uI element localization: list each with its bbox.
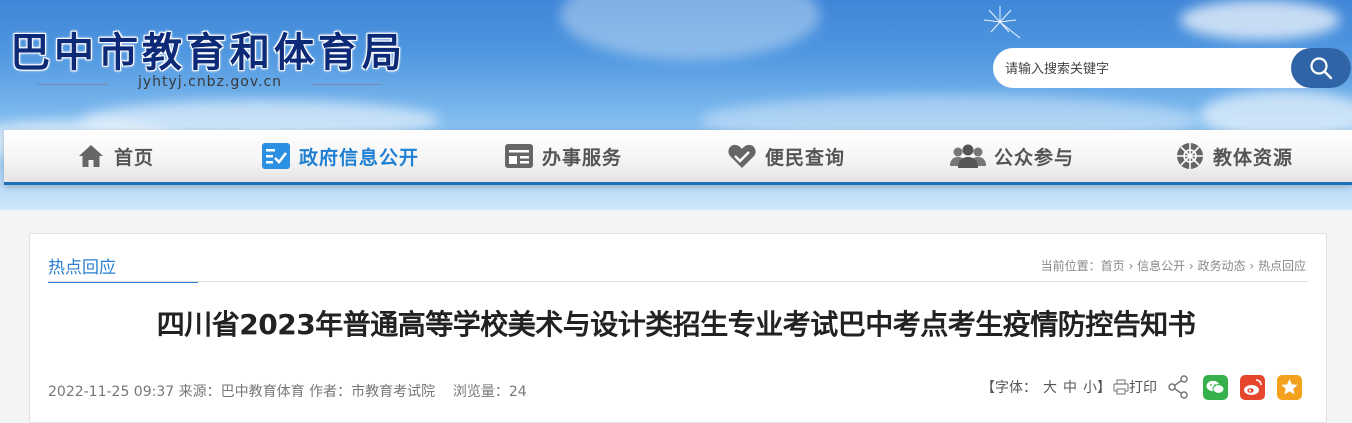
id-card-icon: [505, 144, 533, 168]
weibo-share-button[interactable]: [1240, 374, 1265, 400]
breadcrumb-item-home[interactable]: 首页: [1101, 259, 1125, 273]
nav-label-gov-info: 政府信息公开: [299, 146, 420, 169]
article-author: 市教育考试院: [351, 384, 436, 400]
view-count: 24: [508, 384, 527, 400]
font-small-button[interactable]: 小: [1083, 377, 1097, 397]
article-title: 四川省2023年普通高等学校美术与设计类招生专业考试巴中考点考生疫情防控告知书: [156, 308, 1196, 341]
checklist-icon: [262, 143, 290, 169]
section-tab[interactable]: 热点回应: [48, 253, 198, 283]
section-divider: [48, 281, 1308, 282]
site-title: 巴中市教育和体育局: [10, 29, 406, 76]
weibo-icon: [1244, 378, 1262, 395]
nav-label-participation: 公众参与: [994, 146, 1075, 169]
print-label: 打印: [1129, 380, 1157, 396]
nav-label-services: 办事服务: [542, 146, 623, 169]
font-size-label: 【字体：: [981, 380, 1037, 396]
dandelion-icon: [983, 6, 1021, 39]
main-nav: 首页 政府信息公开 办事服务 便民查询 公众参与 教体资源: [4, 130, 1352, 185]
font-medium-button[interactable]: 中: [1063, 377, 1077, 397]
font-large-button[interactable]: 大: [1043, 377, 1057, 397]
search-input[interactable]: [1003, 56, 1287, 82]
wechat-icon: [1206, 380, 1225, 394]
nav-label-resources: 教体资源: [1213, 146, 1294, 169]
nav-item-gov-info[interactable]: 政府信息公开: [261, 130, 419, 182]
share-icon[interactable]: [1167, 375, 1189, 399]
article-source: 巴中教育体育: [220, 384, 305, 400]
article-date: 2022-11-25 09:37: [48, 384, 175, 400]
print-button[interactable]: 打印: [1113, 377, 1157, 397]
breadcrumb-separator: ›: [1245, 259, 1258, 273]
search-icon: [1310, 57, 1333, 80]
favorite-icon: [1281, 378, 1298, 394]
nav-label-home: 首页: [114, 146, 155, 169]
wechat-share-button[interactable]: [1203, 374, 1228, 400]
breadcrumb-prefix: 当前位置：: [1040, 259, 1101, 273]
heart-hands-icon: [728, 144, 756, 168]
ball-icon: [1177, 143, 1203, 169]
favorite-button[interactable]: [1277, 374, 1302, 400]
print-icon: [1113, 379, 1129, 395]
article-meta: 2022-11-25 09:37 来源：巴中教育体育 作者：市教育考试院 浏览量…: [48, 381, 527, 401]
search-button[interactable]: [1291, 48, 1351, 88]
breadcrumb-item-hot[interactable]: 热点回应: [1258, 259, 1306, 273]
author-label: 作者：: [309, 384, 352, 400]
breadcrumb-separator: ›: [1124, 259, 1138, 273]
breadcrumb: 当前位置：首页 › 信息公开 › 政务动态 › 热点回应: [1041, 257, 1306, 274]
views-label: 浏览量：: [452, 384, 509, 400]
nav-item-services[interactable]: 办事服务: [504, 130, 622, 182]
breadcrumb-separator: ›: [1185, 259, 1198, 273]
font-size-close: 】: [1097, 380, 1111, 396]
nav-label-inquiry: 便民查询: [765, 146, 846, 169]
breadcrumb-item-news[interactable]: 政务动态: [1198, 259, 1246, 273]
nav-item-inquiry[interactable]: 便民查询: [727, 130, 845, 182]
people-icon: [950, 144, 986, 168]
article-tools: 【字体： 大 中 小 】 打印: [981, 373, 1302, 401]
site-domain: jyhtyj.cnbz.gov.cn: [0, 74, 420, 90]
nav-item-participation[interactable]: 公众参与: [950, 130, 1074, 182]
search-box: [993, 48, 1351, 88]
source-label: 来源：: [178, 384, 221, 400]
nav-item-home[interactable]: 首页: [76, 130, 154, 182]
nav-item-resources[interactable]: 教体资源: [1175, 130, 1293, 182]
breadcrumb-item-info[interactable]: 信息公开: [1137, 259, 1185, 273]
home-icon: [79, 145, 103, 167]
